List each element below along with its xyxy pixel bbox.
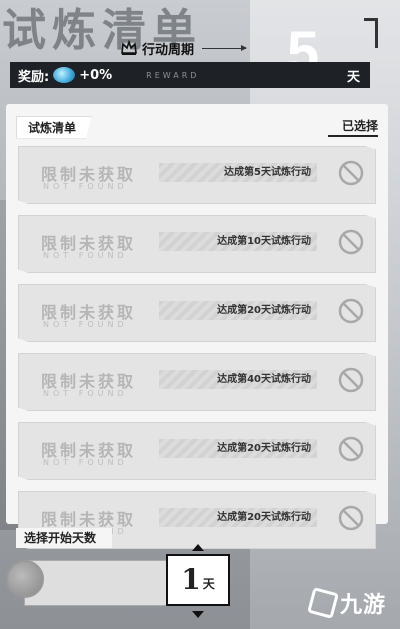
- row-condition: 达成第10天试炼行动: [159, 232, 317, 251]
- row-sub: NOT FOUND: [43, 458, 128, 467]
- row-condition: 达成第20天试炼行动: [159, 301, 317, 320]
- start-day-stepper[interactable]: 1 天: [166, 544, 230, 618]
- reward-bar: 奖励: +0% REWARD 天: [10, 62, 370, 88]
- watermark-logo-icon: [307, 587, 339, 619]
- card-header: 试炼清单 已选择: [16, 115, 378, 139]
- prohibited-icon: [338, 298, 364, 324]
- trial-row[interactable]: 限制未获取 NOT FOUND 达成第20天试炼行动: [18, 284, 376, 342]
- trial-row[interactable]: 限制未获取 NOT FOUND 达成第40天试炼行动: [18, 353, 376, 411]
- crown-icon: [121, 39, 137, 55]
- prohibited-icon: [338, 505, 364, 531]
- prohibited-icon: [338, 160, 364, 186]
- corner-bracket-decor: [364, 18, 378, 48]
- trial-row[interactable]: 限制未获取 NOT FOUND 达成第20天试炼行动: [18, 422, 376, 480]
- prohibited-icon: [338, 229, 364, 255]
- trial-list: 限制未获取 NOT FOUND 达成第5天试炼行动 限制未获取 NOT FOUN…: [18, 146, 376, 560]
- trial-row[interactable]: 限制未获取 NOT FOUND 达成第10天试炼行动: [18, 215, 376, 273]
- slider-knob[interactable]: [6, 560, 44, 598]
- stepper-value-box: 1 天: [166, 554, 230, 606]
- cycle-label: 行动周期: [142, 42, 195, 58]
- triangle-down-icon[interactable]: [192, 611, 204, 618]
- row-sub: NOT FOUND: [43, 320, 128, 329]
- watermark-text: 九游: [339, 593, 386, 618]
- trial-list-card: 试炼清单 已选择 限制未获取 NOT FOUND 达成第5天试炼行动 限制未获取…: [6, 104, 388, 549]
- reward-en-label: REWARD: [146, 70, 200, 80]
- row-condition: 达成第40天试炼行动: [159, 370, 317, 389]
- trial-row[interactable]: 限制未获取 NOT FOUND 达成第5天试炼行动: [18, 146, 376, 204]
- row-condition: 达成第5天试炼行动: [159, 163, 317, 182]
- reward-value: +0%: [79, 67, 113, 83]
- arrow-right-icon: [202, 44, 248, 51]
- card-title: 试炼清单: [16, 115, 93, 139]
- triangle-up-icon[interactable]: [192, 544, 204, 551]
- selected-filter-button[interactable]: 已选择: [327, 117, 378, 137]
- row-sub: NOT FOUND: [43, 182, 128, 191]
- start-day-label: 选择开始天数: [16, 528, 112, 548]
- cycle-day-unit: 天: [346, 69, 360, 85]
- prohibited-icon: [338, 436, 364, 462]
- action-cycle: 行动周期: [120, 38, 248, 58]
- prohibited-icon: [338, 367, 364, 393]
- crystal-icon: [53, 67, 76, 83]
- row-condition: 达成第20天试炼行动: [159, 508, 317, 527]
- reward-label: 奖励:: [18, 69, 50, 85]
- row-sub: NOT FOUND: [43, 389, 128, 398]
- row-condition: 达成第20天试炼行动: [159, 439, 317, 458]
- watermark: 九游: [307, 587, 386, 619]
- start-day-unit: 天: [202, 577, 215, 591]
- row-sub: NOT FOUND: [43, 251, 128, 260]
- start-day-value: 1: [181, 563, 201, 596]
